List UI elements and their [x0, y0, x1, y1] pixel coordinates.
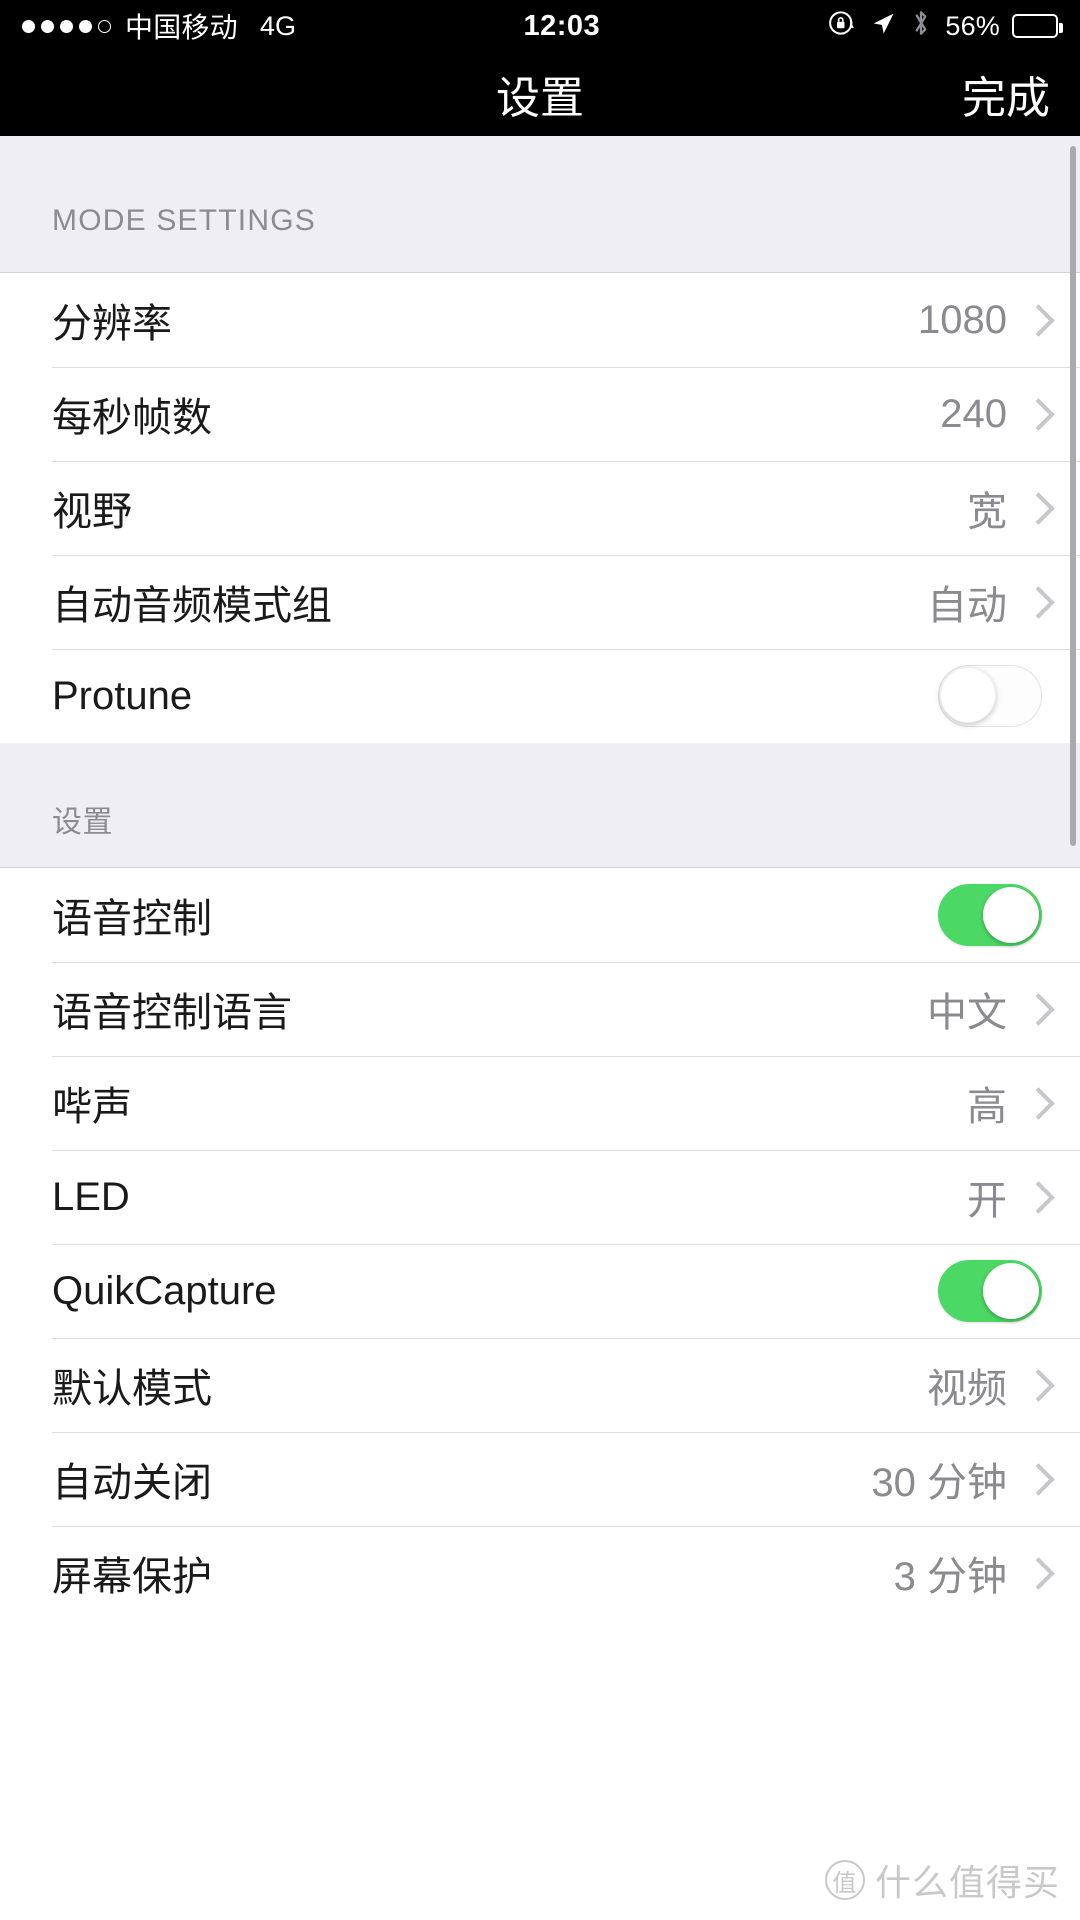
status-bar-right: 56% [827, 8, 1063, 45]
settings-row-value: 高 [967, 1085, 1007, 1129]
toggle-switch[interactable] [938, 1260, 1042, 1322]
settings-row-value: 宽 [967, 490, 1007, 534]
rotation-lock-icon [827, 8, 857, 45]
settings-row-accessory: 240 [940, 392, 1042, 437]
settings-row-label: 分辨率 [52, 302, 172, 346]
chevron-right-icon [1025, 1370, 1042, 1400]
settings-row-value: 3 分钟 [893, 1555, 1007, 1599]
settings-row-accessory: 1080 [918, 298, 1042, 343]
chevron-right-icon [1025, 399, 1042, 429]
settings-row-accessory: 视频 [927, 1356, 1042, 1414]
settings-row-accessory: 3 分钟 [894, 1544, 1042, 1602]
settings-row-value: 视频 [927, 1367, 1007, 1411]
settings-row-accessory [938, 665, 1042, 727]
network-type: 4G [259, 10, 297, 41]
settings-row-label: 语音控制语言 [52, 991, 292, 1035]
settings-row-value: 30 分钟 [871, 1461, 1007, 1505]
settings-row-value: 1080 [918, 297, 1007, 342]
watermark: 值 什么值得买 [824, 1854, 1060, 1906]
settings-row-accessory: 30 分钟 [871, 1450, 1042, 1508]
settings-row-label: 屏幕保护 [52, 1555, 212, 1599]
settings-row[interactable]: LED 开 [0, 1150, 1080, 1244]
settings-row-label: QuikCapture [52, 1268, 277, 1313]
settings-row-label: 自动音频模式组 [52, 584, 332, 628]
vertical-scrollbar[interactable] [1070, 146, 1076, 846]
page-title: 设置 [496, 74, 584, 123]
chevron-right-icon [1025, 305, 1042, 335]
settings-row[interactable]: 视野 宽 [0, 461, 1080, 555]
settings-row[interactable]: 自动关闭 30 分钟 [0, 1432, 1080, 1526]
settings-row-accessory [938, 884, 1042, 946]
chevron-right-icon [1025, 1088, 1042, 1118]
settings-row[interactable]: 哔声 高 [0, 1056, 1080, 1150]
settings-row-value: 自动 [927, 584, 1007, 628]
settings-row-label: 默认模式 [52, 1367, 212, 1411]
settings-row-accessory: 宽 [967, 479, 1042, 537]
toggle-switch[interactable] [938, 665, 1042, 727]
done-button[interactable]: 完成 [962, 62, 1050, 126]
settings-row[interactable]: Protune [0, 649, 1080, 743]
settings-row-value: 中文 [927, 991, 1007, 1035]
section-header: 设置 [0, 743, 1080, 867]
settings-row[interactable]: 语音控制语言 中文 [0, 962, 1080, 1056]
status-bar-left: 中国移动 4G [22, 6, 296, 46]
battery-icon [1012, 14, 1063, 38]
status-bar: 中国移动 4G 12:03 56% [0, 0, 1080, 52]
phone-screen: 中国移动 4G 12:03 56% 设置 完成 MODE SETTINGS 分辨… [0, 0, 1080, 1920]
signal-strength-icon [22, 19, 111, 33]
toggle-knob [983, 887, 1039, 943]
battery-percentage: 56% [945, 10, 1000, 41]
chevron-right-icon [1025, 1182, 1042, 1212]
chevron-right-icon [1025, 994, 1042, 1024]
settings-row-label: 语音控制 [52, 897, 212, 941]
settings-row[interactable]: QuikCapture [0, 1244, 1080, 1338]
navigation-bar: 设置 完成 [0, 52, 1080, 136]
settings-row[interactable]: 默认模式 视频 [0, 1338, 1080, 1432]
bluetooth-icon [909, 8, 933, 45]
settings-row-label: 视野 [52, 490, 132, 534]
settings-row-accessory: 开 [967, 1168, 1042, 1226]
settings-row[interactable]: 分辨率 1080 [0, 273, 1080, 367]
location-arrow-icon [869, 9, 897, 44]
watermark-text: 什么值得买 [874, 1862, 1060, 1903]
settings-row-value: 240 [940, 391, 1007, 436]
settings-row-label: LED [52, 1174, 130, 1219]
carrier-name: 中国移动 [125, 12, 238, 43]
settings-row-accessory [938, 1260, 1042, 1322]
settings-row-label: 哔声 [52, 1085, 132, 1129]
section-header: MODE SETTINGS [0, 136, 1080, 272]
chevron-right-icon [1025, 493, 1042, 523]
toggle-switch[interactable] [938, 884, 1042, 946]
settings-row[interactable]: 每秒帧数 240 [0, 367, 1080, 461]
settings-row-value: 开 [967, 1179, 1007, 1223]
settings-row[interactable]: 自动音频模式组 自动 [0, 555, 1080, 649]
chevron-right-icon [1025, 1558, 1042, 1588]
watermark-badge-icon: 值 [824, 1860, 865, 1900]
chevron-right-icon [1025, 1464, 1042, 1494]
chevron-right-icon [1025, 587, 1042, 617]
settings-row-accessory: 自动 [927, 573, 1042, 631]
settings-row[interactable]: 语音控制 [0, 868, 1080, 962]
settings-row-label: Protune [52, 673, 193, 718]
status-bar-clock: 12:03 [523, 9, 601, 42]
settings-list[interactable]: MODE SETTINGS 分辨率 1080 每秒帧数 240 视野 宽自动音频模式组 自动 P… [0, 136, 1080, 1920]
settings-row-label: 每秒帧数 [52, 396, 212, 440]
toggle-knob [983, 1263, 1039, 1319]
settings-row-accessory: 中文 [927, 980, 1042, 1038]
toggle-knob [940, 667, 996, 723]
settings-row-label: 自动关闭 [52, 1461, 212, 1505]
settings-row-accessory: 高 [967, 1074, 1042, 1132]
settings-row[interactable]: 屏幕保护 3 分钟 [0, 1526, 1080, 1620]
